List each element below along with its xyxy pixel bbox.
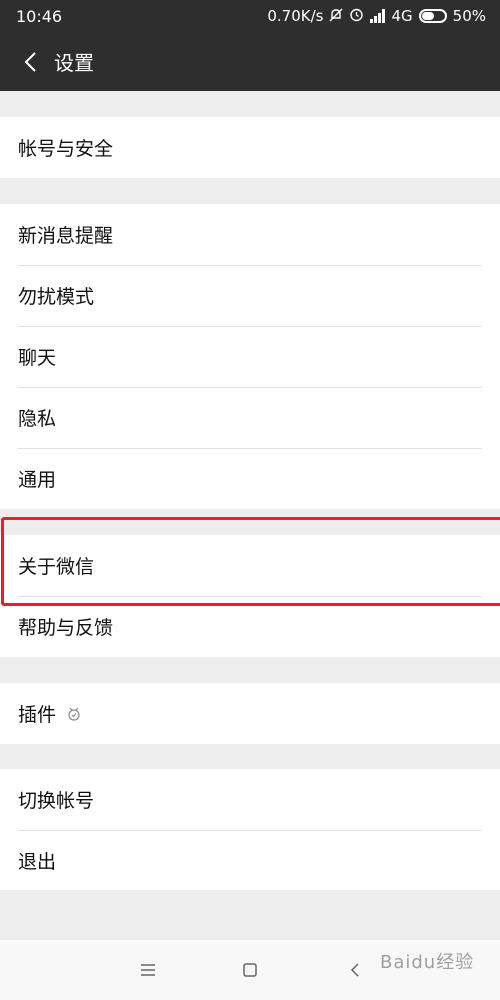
row-help-feedback[interactable]: 帮助与反馈 <box>0 596 500 657</box>
chevron-left-icon <box>350 963 359 977</box>
row-plugins[interactable]: 插件 <box>0 683 500 744</box>
group-plugins: 插件 <box>0 683 500 744</box>
battery-percent: 50% <box>452 7 486 25</box>
row-label: 帮助与反馈 <box>18 617 114 639</box>
row-switch-account[interactable]: 切换帐号 <box>0 769 500 830</box>
nav-back-button[interactable] <box>335 950 375 990</box>
watermark: Baidu经验 <box>380 952 475 973</box>
signal-icon <box>370 9 386 23</box>
row-label: 勿扰模式 <box>18 286 95 308</box>
bottom-spacer <box>0 890 500 940</box>
row-label: 帐号与安全 <box>18 138 114 160</box>
back-button[interactable] <box>0 32 50 91</box>
chevron-left-icon <box>24 51 36 72</box>
battery-icon <box>418 9 447 23</box>
row-label: 隐私 <box>18 408 57 430</box>
status-bar: 10:46 0.70K/s 4G 50% <box>0 0 500 32</box>
row-do-not-disturb[interactable]: 勿扰模式 <box>0 265 500 326</box>
group-logout: 切换帐号 退出 <box>0 769 500 891</box>
row-label: 通用 <box>18 469 57 491</box>
row-label: 切换帐号 <box>18 790 95 812</box>
app-header: 设置 <box>0 32 500 91</box>
network-type: 4G <box>391 7 413 25</box>
row-label: 插件 <box>18 704 57 726</box>
group-general: 新消息提醒 勿扰模式 聊天 隐私 通用 <box>0 204 500 509</box>
group-about: 关于微信 帮助与反馈 <box>0 535 500 657</box>
menu-button[interactable] <box>128 950 168 990</box>
row-new-message-alerts[interactable]: 新消息提醒 <box>0 204 500 265</box>
row-label: 关于微信 <box>18 556 95 578</box>
page-title: 设置 <box>54 51 94 75</box>
network-speed: 0.70K/s <box>267 7 324 25</box>
row-label: 聊天 <box>18 347 57 369</box>
status-time: 10:46 <box>16 6 63 26</box>
group-account: 帐号与安全 <box>0 117 500 178</box>
home-square-icon <box>243 963 257 977</box>
row-label: 退出 <box>18 851 57 873</box>
row-account-security[interactable]: 帐号与安全 <box>0 117 500 178</box>
row-chat[interactable]: 聊天 <box>0 326 500 387</box>
row-privacy[interactable]: 隐私 <box>0 387 500 448</box>
status-indicators: 0.70K/s 4G 50% <box>267 7 486 25</box>
plugin-icon <box>68 707 80 721</box>
row-about-wechat[interactable]: 关于微信 <box>0 535 500 596</box>
home-button[interactable] <box>230 950 270 990</box>
row-label: 新消息提醒 <box>18 225 114 247</box>
menu-icon <box>141 964 155 976</box>
row-logout[interactable]: 退出 <box>0 830 500 891</box>
mute-bell-icon <box>329 8 343 25</box>
row-general[interactable]: 通用 <box>0 448 500 509</box>
alarm-icon <box>349 7 364 25</box>
